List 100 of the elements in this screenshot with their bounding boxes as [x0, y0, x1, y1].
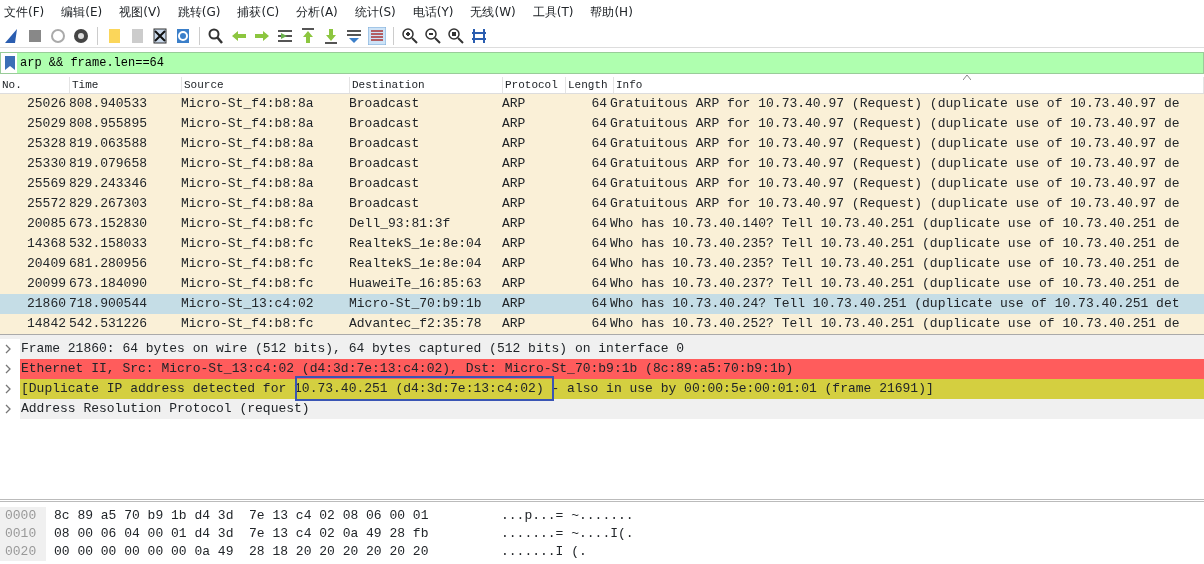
table-cell-text: 64	[590, 215, 608, 233]
column-header[interactable]: Time	[70, 77, 182, 93]
menu-item[interactable]: 无线(W)	[470, 3, 516, 21]
table-cell-text: Micro-St_f4:b8:8a	[181, 115, 315, 133]
table-cell-text: Who has 10.73.40.235? Tell 10.73.40.251 (duplicate use of 10.73.40.251 de	[610, 235, 1181, 253]
hex-bytes: 8c 89 a5 70 b9 1b d4 3d 7e 13 c4 02 08 06 00 01	[53, 507, 430, 525]
tree-item[interactable]: Frame 21860: 64 bytes on wire (512 bits), 64 bytes captured (512 bits) on interface 0	[20, 339, 1204, 359]
table-cell-text: Micro-St_f4:b8:8a	[181, 155, 315, 173]
table-cell-text: Dell_93:81:3f	[349, 215, 452, 233]
expander-icon[interactable]	[3, 344, 13, 354]
packet-row[interactable]: 21860 718.900544 Micro-St_13:c4:02 Micro-St_70:b9:1b ARP 64 Who has 10.73.40.24? Tell 10.73.40.251 (duplicate use of 10.73.40.251 det	[0, 294, 1204, 314]
tree-item[interactable]: [Duplicate IP address detected for 10.73.40.251 (d4:3d:7e:13:c4:02) - also in use by 00:00:5e:00:01:01 (frame 21691)]	[20, 379, 1204, 399]
menu-item[interactable]: 捕获(C)	[237, 3, 280, 21]
table-cell-text: 25569	[26, 175, 67, 193]
table-cell-text: Broadcast	[349, 95, 421, 113]
table-cell-text: Who has 10.73.40.24? Tell 10.73.40.251 (duplicate use of 10.73.40.251 det	[610, 295, 1181, 313]
first-packet-icon[interactable]	[299, 26, 317, 45]
table-cell-text: 64	[590, 255, 608, 273]
table-cell-text: Micro-St_f4:b8:8a	[181, 135, 315, 153]
table-cell-text: ARP	[502, 115, 527, 133]
table-cell-text: 64	[590, 275, 608, 293]
table-cell-text: 21860	[26, 295, 67, 313]
menu-item[interactable]: 电话(Y)	[412, 3, 454, 21]
zoom-in-icon[interactable]	[401, 26, 419, 45]
column-header[interactable]: Protocol	[503, 77, 566, 93]
table-cell-text: 20409	[26, 255, 67, 273]
table-cell-text: 829.267303	[69, 195, 148, 213]
table-cell-text: 673.184090	[69, 275, 148, 293]
table-cell-text: Micro-St_f4:b8:8a	[181, 195, 315, 213]
table-cell-text: Micro-St_f4:b8:fc	[181, 255, 315, 273]
table-cell-text: Who has 10.73.40.252? Tell 10.73.40.251 (duplicate use of 10.73.40.251 de	[610, 315, 1181, 333]
last-packet-icon[interactable]	[322, 26, 340, 45]
packet-row[interactable]: 25026 808.940533 Micro-St_f4:b8:8a Broadcast ARP 64 Gratuitous ARP for 10.73.40.97 (Request) (duplicate use of 10.73.40.97 de	[0, 94, 1204, 114]
table-cell-text: 808.955895	[69, 115, 148, 133]
table-cell-text: Micro-St_f4:b8:8a	[181, 175, 315, 193]
packet-row[interactable]: 25330 819.079658 Micro-St_f4:b8:8a Broadcast ARP 64 Gratuitous ARP for 10.73.40.97 (Request) (duplicate use of 10.73.40.97 de	[0, 154, 1204, 174]
table-cell-text: Micro-St_f4:b8:fc	[181, 235, 315, 253]
menu-item[interactable]: 帮助(H)	[590, 3, 633, 21]
packet-row[interactable]: 14842 542.531226 Micro-St_f4:b8:fc Advantec_f2:35:78 ARP 64 Who has 10.73.40.252? Tell 10.73.40.251 (duplicate use of 10.73.40.251 de	[0, 314, 1204, 334]
expander-icon[interactable]	[3, 404, 13, 414]
table-cell-text: Who has 10.73.40.235? Tell 10.73.40.251 (duplicate use of 10.73.40.251 de	[610, 255, 1181, 273]
table-cell-text: Gratuitous ARP for 10.73.40.97 (Request) (duplicate use of 10.73.40.97 de	[610, 115, 1181, 133]
tree-item[interactable]: Ethernet II, Src: Micro-St_13:c4:02 (d4:3d:7e:13:c4:02), Dst: Micro-St_70:b9:1b (8c:89:a5:70:b9:1b)	[20, 359, 1204, 379]
column-header[interactable]: No.	[0, 77, 70, 93]
table-cell-text: Gratuitous ARP for 10.73.40.97 (Request) (duplicate use of 10.73.40.97 de	[610, 175, 1181, 193]
tree-item[interactable]: Address Resolution Protocol (request)	[20, 399, 1204, 419]
packet-row[interactable]: 25572 829.267303 Micro-St_f4:b8:8a Broadcast ARP 64 Gratuitous ARP for 10.73.40.97 (Request) (duplicate use of 10.73.40.97 de	[0, 194, 1204, 214]
packet-row[interactable]: 20099 673.184090 Micro-St_f4:b8:fc HuaweiTe_16:85:63 ARP 64 Who has 10.73.40.237? Tell 10.73.40.251 (duplicate use of 10.73.40.251 de	[0, 274, 1204, 294]
menu-item[interactable]: 文件(F)	[4, 3, 45, 21]
menu-item[interactable]: 统计(S)	[354, 3, 396, 21]
menu-item[interactable]: 工具(T)	[532, 3, 574, 21]
column-header[interactable]: Info	[614, 77, 1204, 93]
menu-item[interactable]: 分析(A)	[296, 3, 338, 21]
table-cell-text: Who has 10.73.40.140? Tell 10.73.40.251 (duplicate use of 10.73.40.251 de	[610, 215, 1181, 233]
menu-item[interactable]: 编辑(E)	[61, 3, 103, 21]
column-header[interactable]: Length	[566, 77, 614, 93]
table-cell-text: Broadcast	[349, 175, 421, 193]
table-cell-text: Gratuitous ARP for 10.73.40.97 (Request) (duplicate use of 10.73.40.97 de	[610, 95, 1181, 113]
search-icon[interactable]	[207, 26, 225, 45]
table-cell-text: Gratuitous ARP for 10.73.40.97 (Request) (duplicate use of 10.73.40.97 de	[610, 135, 1181, 153]
table-cell-text: Who has 10.73.40.237? Tell 10.73.40.251 (duplicate use of 10.73.40.251 de	[610, 275, 1181, 293]
expander-icon[interactable]	[3, 364, 13, 374]
byte-offset: 0000	[4, 507, 38, 525]
table-cell-text: 64	[590, 195, 608, 213]
table-cell-text: Advantec_f2:35:78	[349, 315, 483, 333]
resize-columns-icon[interactable]	[470, 26, 488, 45]
packet-row[interactable]: 20085 673.152830 Micro-St_f4:b8:fc Dell_93:81:3f ARP 64 Who has 10.73.40.140? Tell 10.73.40.251 (duplicate use of 10.73.40.251 de	[0, 214, 1204, 234]
table-cell-text: ARP	[502, 215, 527, 233]
column-header[interactable]: Source	[182, 77, 350, 93]
packet-row[interactable]: 25029 808.955895 Micro-St_f4:b8:8a Broadcast ARP 64 Gratuitous ARP for 10.73.40.97 (Request) (duplicate use of 10.73.40.97 de	[0, 114, 1204, 134]
menu-item[interactable]: 视图(V)	[119, 3, 161, 21]
table-cell-text: 64	[590, 115, 608, 133]
table-cell-text: Gratuitous ARP for 10.73.40.97 (Request) (duplicate use of 10.73.40.97 de	[610, 155, 1181, 173]
table-cell-text: Broadcast	[349, 115, 421, 133]
table-cell-text: Broadcast	[349, 135, 421, 153]
table-cell-text: 64	[590, 135, 608, 153]
menu-item[interactable]: 跳转(G)	[177, 3, 221, 21]
table-cell-text: 681.280956	[69, 255, 148, 273]
packet-row[interactable]: 20409 681.280956 Micro-St_f4:b8:fc RealtekS_1e:8e:04 ARP 64 Who has 10.73.40.235? Tell 10.73.40.251 (duplicate use of 10.73.40.251 de	[0, 254, 1204, 274]
zoom-out-icon[interactable]	[424, 26, 442, 45]
packet-row[interactable]: 14368 532.158033 Micro-St_f4:b8:fc RealtekS_1e:8e:04 ARP 64 Who has 10.73.40.235? Tell 10.73.40.251 (duplicate use of 10.73.40.251 de	[0, 234, 1204, 254]
packet-row[interactable]: 25569 829.243346 Micro-St_f4:b8:8a Broadcast ARP 64 Gratuitous ARP for 10.73.40.97 (Request) (duplicate use of 10.73.40.97 de	[0, 174, 1204, 194]
close-file-icon[interactable]	[151, 26, 169, 45]
table-cell-text: 718.900544	[69, 295, 148, 313]
packet-row[interactable]: 25328 819.063588 Micro-St_f4:b8:8a Broadcast ARP 64 Gratuitous ARP for 10.73.40.97 (Request) (duplicate use of 10.73.40.97 de	[0, 134, 1204, 154]
ascii-bytes: .......I (.	[501, 543, 587, 561]
table-cell-text: Micro-St_f4:b8:fc	[181, 215, 315, 233]
byte-offset: 0020	[4, 543, 38, 561]
column-header[interactable]: Destination	[350, 77, 503, 93]
zoom-reset-icon[interactable]	[447, 26, 465, 45]
table-cell-text: 64	[590, 235, 608, 253]
table-cell-text: 25029	[26, 115, 67, 133]
expander-icon[interactable]	[3, 384, 13, 394]
hex-bytes: 00 00 00 00 00 00 0a 49 28 18 20 20 20 20 20 20	[53, 543, 430, 561]
table-cell-text: ARP	[502, 235, 527, 253]
table-cell-text: Micro-St_70:b9:1b	[349, 295, 483, 313]
ascii-bytes: ...p...= ~.......	[501, 507, 634, 525]
table-cell-text: 64	[590, 175, 608, 193]
table-cell-text: ARP	[502, 95, 527, 113]
table-cell-text: 819.063588	[69, 135, 148, 153]
